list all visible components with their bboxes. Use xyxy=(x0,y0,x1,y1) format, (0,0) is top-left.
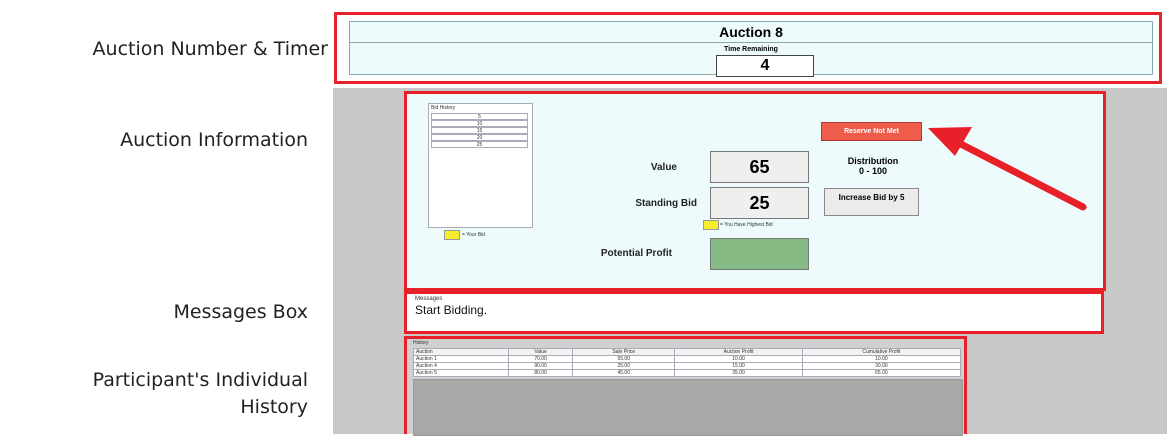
annotation-arrow-icon xyxy=(928,127,1087,211)
